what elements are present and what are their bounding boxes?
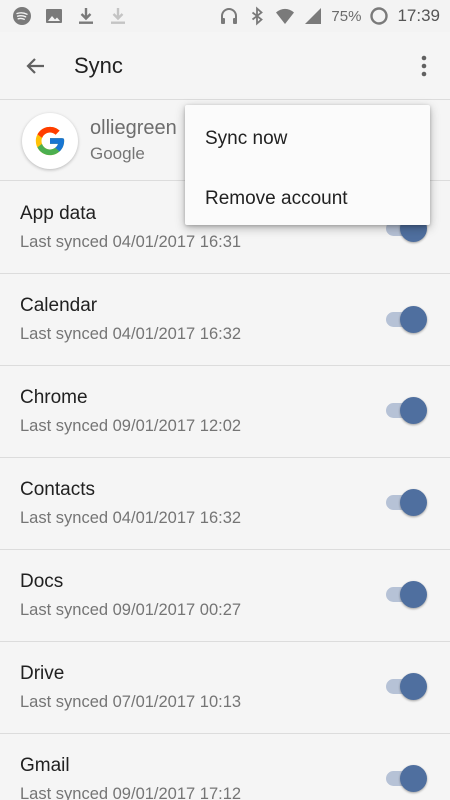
account-type: Google [90, 144, 145, 163]
back-button[interactable] [16, 46, 56, 86]
arrow-back-icon [24, 54, 48, 78]
download-icon [76, 6, 96, 26]
item-last-synced: Last synced 09/01/2017 12:02 [20, 417, 242, 435]
item-title: Docs [20, 571, 64, 592]
sync-toggle[interactable] [384, 581, 430, 608]
sync-toggle[interactable] [384, 489, 430, 516]
account-name: olliegreen [90, 117, 177, 139]
battery-percent: 75% [331, 7, 362, 25]
item-title: Contacts [20, 479, 95, 500]
sync-toggle[interactable] [384, 765, 430, 792]
spotify-icon [12, 6, 32, 26]
signal-icon [303, 6, 323, 26]
item-last-synced: Last synced 09/01/2017 00:27 [20, 601, 242, 619]
page-title: Sync [74, 52, 123, 78]
status-bar-left [12, 6, 128, 26]
wifi-icon [275, 6, 295, 26]
list-item-docs[interactable]: Docs Last synced 09/01/2017 00:27 [0, 550, 450, 642]
sync-toggle[interactable] [384, 306, 430, 333]
battery-icon [369, 6, 389, 26]
item-title: Gmail [20, 755, 70, 776]
item-last-synced: Last synced 09/01/2017 17:12 [20, 785, 242, 800]
list-item-chrome[interactable]: Chrome Last synced 09/01/2017 12:02 [0, 366, 450, 458]
account-text: olliegreen Google [90, 117, 177, 164]
item-last-synced: Last synced 04/01/2017 16:32 [20, 509, 242, 527]
item-title: Chrome [20, 387, 88, 408]
download-faded-icon [108, 6, 128, 26]
menu-item-remove-account[interactable]: Remove account [185, 169, 430, 229]
item-title: Calendar [20, 295, 98, 316]
clock: 17:39 [397, 6, 440, 25]
status-bar: 75% 17:39 [0, 0, 450, 32]
item-last-synced: Last synced 04/01/2017 16:31 [20, 233, 242, 251]
sync-toggle[interactable] [384, 397, 430, 424]
list-item-gmail[interactable]: Gmail Last synced 09/01/2017 17:12 [0, 734, 450, 800]
bluetooth-icon [247, 6, 267, 26]
headphones-icon [219, 6, 239, 26]
list-item-calendar[interactable]: Calendar Last synced 04/01/2017 16:32 [0, 274, 450, 366]
overflow-menu: Sync now Remove account [185, 105, 430, 225]
item-title: Drive [20, 663, 65, 684]
image-icon [44, 6, 64, 26]
item-last-synced: Last synced 07/01/2017 10:13 [20, 693, 242, 711]
sync-toggle[interactable] [384, 673, 430, 700]
status-bar-right: 75% 17:39 [219, 6, 440, 26]
menu-item-sync-now[interactable]: Sync now [185, 109, 430, 169]
more-vert-icon [421, 55, 427, 77]
item-title: App data [20, 203, 97, 224]
list-item-drive[interactable]: Drive Last synced 07/01/2017 10:13 [0, 642, 450, 734]
list-item-contacts[interactable]: Contacts Last synced 04/01/2017 16:32 [0, 458, 450, 550]
google-g-icon [22, 112, 78, 169]
app-bar: Sync [0, 32, 450, 100]
item-last-synced: Last synced 04/01/2017 16:32 [20, 325, 242, 343]
overflow-menu-button[interactable] [412, 52, 436, 80]
